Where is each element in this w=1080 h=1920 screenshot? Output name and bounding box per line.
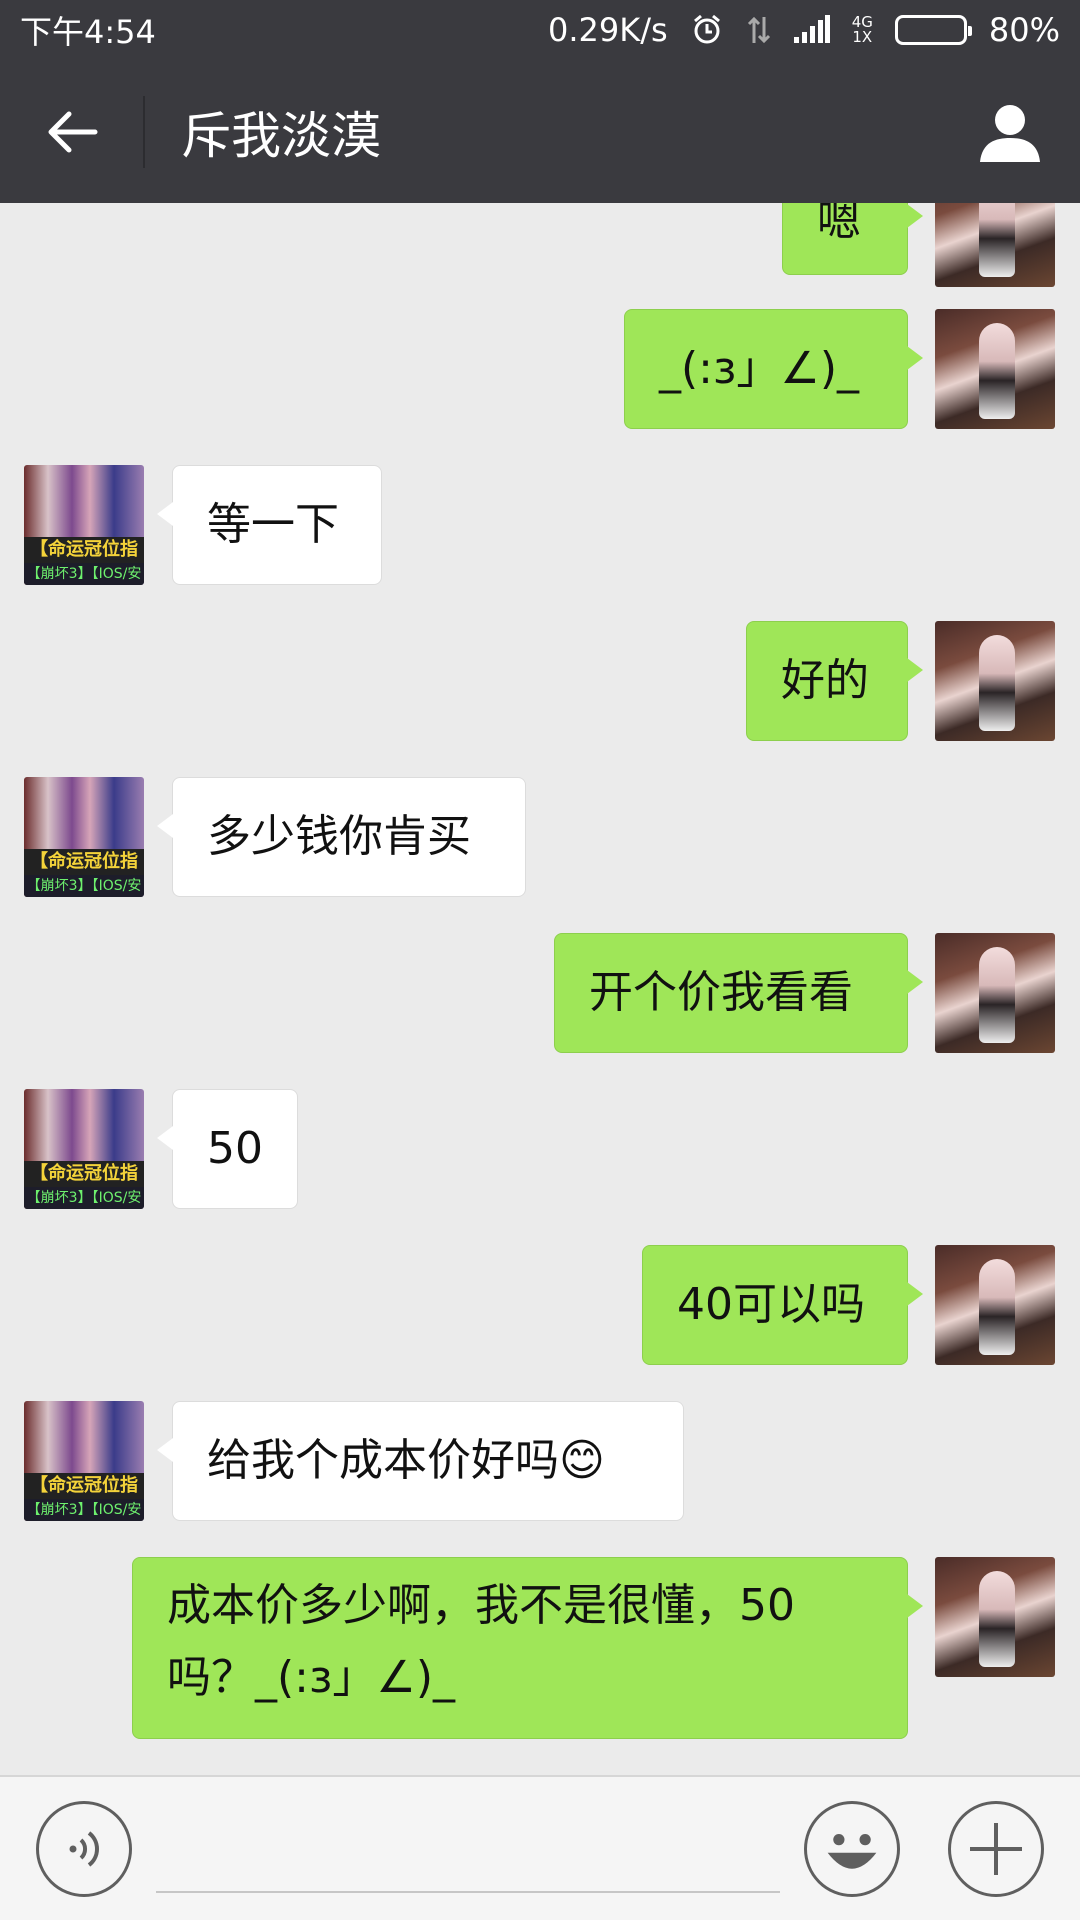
chat-header: 斥我淡漠 xyxy=(0,60,1080,203)
message-bubble[interactable]: 40可以吗 xyxy=(642,1245,923,1365)
smiley-icon xyxy=(827,1834,877,1869)
battery-icon xyxy=(894,15,972,45)
person-icon xyxy=(980,104,1040,162)
clock: 下午4:54 xyxy=(20,13,156,51)
message-list[interactable]: 嗯 _(:з」∠)_ 【命运冠位指定】 【崩坏3】【IOS/安卓】 等一下 好的… xyxy=(0,203,1080,1775)
input-bar xyxy=(0,1775,1080,1920)
message-bubble[interactable]: 好的 xyxy=(746,621,923,741)
message-bubble[interactable]: 等一下 xyxy=(157,465,382,585)
back-button[interactable] xyxy=(0,95,145,168)
message-bubble[interactable]: 开个价我看看 xyxy=(554,933,923,1053)
contact-avatar[interactable]: 【命运冠位指定】 【崩坏3】【IOS/安卓】 xyxy=(24,777,144,897)
alarm-icon xyxy=(690,13,724,47)
my-avatar[interactable] xyxy=(935,1245,1055,1365)
contact-avatar[interactable]: 【命运冠位指定】 【崩坏3】【IOS/安卓】 xyxy=(24,1089,144,1209)
my-avatar[interactable] xyxy=(935,621,1055,741)
signal-icon xyxy=(793,15,830,45)
message-bubble[interactable]: 给我个成本价好吗😊 xyxy=(157,1401,684,1521)
back-arrow-icon xyxy=(48,111,97,152)
battery-percent: 80% xyxy=(988,11,1060,49)
data-transfer-icon xyxy=(746,15,772,45)
emoji-button[interactable] xyxy=(804,1801,900,1897)
more-options-button[interactable] xyxy=(948,1801,1044,1897)
my-avatar[interactable] xyxy=(935,933,1055,1053)
chat-info-button[interactable] xyxy=(940,60,1080,203)
message-bubble[interactable]: 多少钱你肯买 xyxy=(157,777,526,897)
my-avatar[interactable] xyxy=(935,1557,1055,1677)
voice-input-button[interactable] xyxy=(36,1801,132,1897)
plus-icon xyxy=(970,1823,1022,1875)
my-avatar[interactable] xyxy=(935,309,1055,429)
voice-icon xyxy=(69,1831,99,1867)
network-speed: 0.29K/s xyxy=(548,11,668,49)
message-bubble[interactable]: 嗯 xyxy=(782,203,923,275)
message-bubble[interactable]: 50 xyxy=(157,1089,298,1209)
message-bubble[interactable]: _(:з」∠)_ xyxy=(624,309,923,429)
network-type-label: 4G 1X xyxy=(851,13,873,46)
contact-avatar[interactable]: 【命运冠位指定】 【崩坏3】【IOS/安卓】 xyxy=(24,1401,144,1521)
contact-avatar[interactable]: 【命运冠位指定】 【崩坏3】【IOS/安卓】 xyxy=(24,465,144,585)
message-input[interactable] xyxy=(156,1815,780,1893)
my-avatar[interactable] xyxy=(935,203,1055,287)
chat-title: 斥我淡漠 xyxy=(181,106,381,165)
message-bubble[interactable]: 成本价多少啊，我不是很懂，50吗？_(:з」∠)_ xyxy=(132,1557,923,1739)
status-bar: 下午4:54 0.29K/s 4G 1X 80% xyxy=(0,0,1080,60)
